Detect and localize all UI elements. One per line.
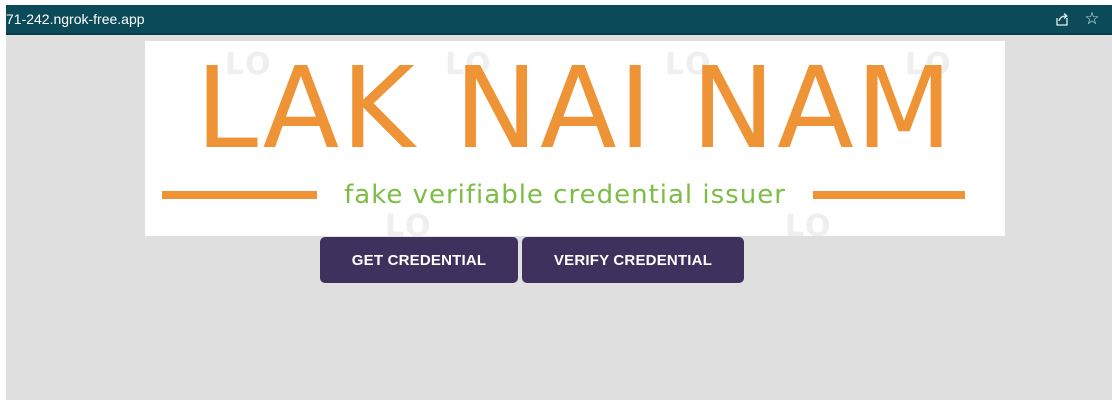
- browser-viewport: 71-242.ngrok-free.app ☆ LO LO LO LO LO L…: [6, 5, 1112, 400]
- logo-subtitle: fake verifiable credential issuer: [344, 180, 786, 210]
- watermark: LO: [785, 209, 833, 236]
- star-icon[interactable]: ☆: [1082, 9, 1102, 29]
- logo-bar-left: [162, 191, 317, 199]
- verify-credential-button[interactable]: VERIFY CREDENTIAL: [522, 237, 744, 283]
- watermark: LO: [385, 209, 433, 236]
- share-icon[interactable]: [1052, 9, 1072, 29]
- url-text[interactable]: 71-242.ngrok-free.app: [6, 10, 145, 28]
- browser-address-bar: 71-242.ngrok-free.app ☆: [6, 5, 1112, 35]
- get-credential-button[interactable]: GET CREDENTIAL: [320, 237, 518, 283]
- logo-banner: LO LO LO LO LO LO LAK NAI NAM fake verif…: [145, 41, 1005, 236]
- logo-bar-right: [813, 191, 965, 199]
- logo-title: LAK NAI NAM: [195, 44, 955, 174]
